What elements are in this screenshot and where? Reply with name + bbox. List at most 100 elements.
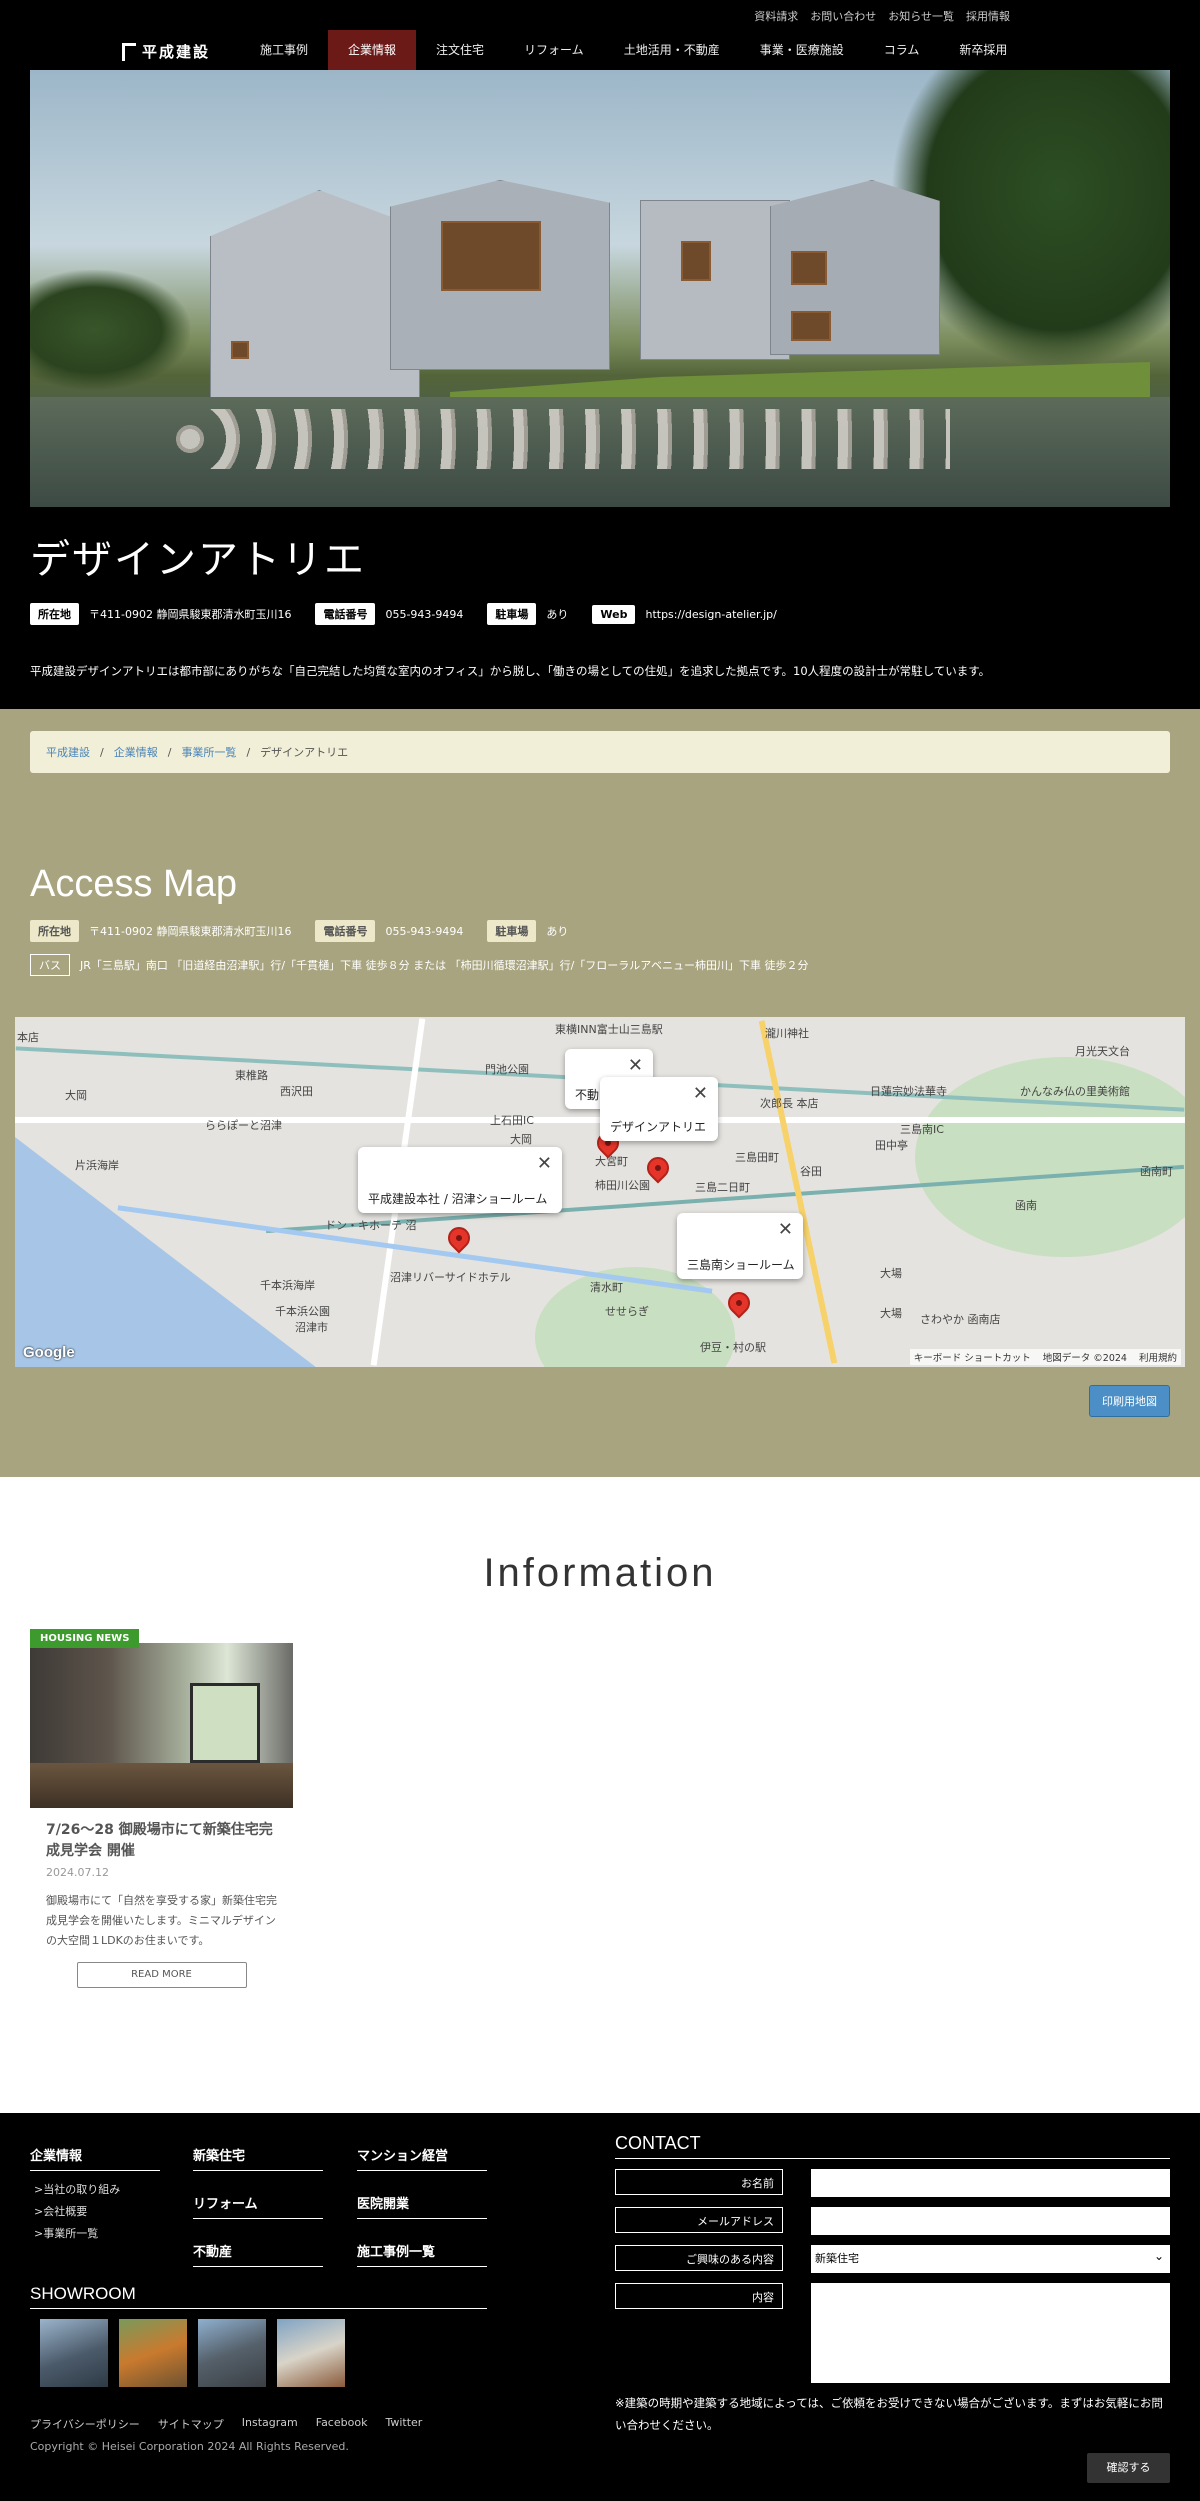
sitemap-link[interactable]: サイトマップ: [158, 2416, 224, 2432]
news-card-image[interactable]: [30, 1643, 293, 1808]
logo-mark-icon: [122, 42, 136, 61]
nav-company[interactable]: 企業情報: [328, 30, 417, 70]
breadcrumb-company[interactable]: 企業情報: [114, 744, 158, 760]
nav-reform[interactable]: リフォーム: [504, 30, 604, 70]
access-phone-value[interactable]: 055-943-9494: [385, 925, 463, 938]
nav-custom-home[interactable]: 注文住宅: [416, 30, 504, 70]
showroom-thumb[interactable]: [277, 2319, 345, 2387]
map-label: 谷田: [800, 1165, 822, 1178]
map-popup-text: デザインアトリエ: [610, 1120, 707, 1134]
access-address-label: 所在地: [30, 920, 79, 942]
map-label: 大場: [880, 1307, 902, 1320]
footer-link[interactable]: >会社概要: [34, 2203, 160, 2219]
logo[interactable]: 平成建設: [122, 41, 210, 62]
news-card-title[interactable]: 7/26〜28 御殿場市にて新築住宅完成見学会 開催: [46, 1820, 277, 1862]
nav-new-graduate[interactable]: 新卒採用: [939, 30, 1027, 70]
showroom-thumb[interactable]: [198, 2319, 266, 2387]
content-textarea[interactable]: [811, 2283, 1170, 2383]
map-label: 大岡: [65, 1089, 87, 1102]
print-map-button[interactable]: 印刷用地図: [1089, 1385, 1170, 1417]
interest-select[interactable]: 新築住宅 ⌄: [811, 2245, 1170, 2273]
map-keyboard-shortcuts[interactable]: キーボード ショートカット: [914, 1350, 1031, 1364]
footer-bottom-links: プライバシーポリシー サイトマップ Instagram Facebook Twi…: [30, 2416, 422, 2432]
information-section: Information HOUSING NEWS 7/26〜28 御殿場市にて新…: [0, 1477, 1200, 2113]
map-label: せせらぎ: [605, 1305, 649, 1318]
map-label: ららぽーと沼津: [205, 1119, 282, 1132]
map-label: 大岡: [510, 1133, 532, 1146]
facebook-link[interactable]: Facebook: [316, 2416, 368, 2432]
phone-value[interactable]: 055-943-9494: [385, 608, 463, 621]
map-label: 門池公園: [485, 1063, 529, 1076]
map-credits: キーボード ショートカット 地図データ ©2024 利用規約: [909, 1349, 1181, 1365]
map-label: さわやか 函南店: [920, 1313, 1001, 1326]
close-icon[interactable]: ✕: [778, 1219, 793, 1240]
map-label: 柿田川公園: [595, 1179, 650, 1192]
nav-land-realestate[interactable]: 土地活用・不動産: [604, 30, 740, 70]
footer-link-new-home[interactable]: 新築住宅: [193, 2145, 323, 2171]
map-label: 沼津リバーサイドホテル: [390, 1271, 511, 1284]
read-more-button[interactable]: READ MORE: [76, 1962, 247, 1989]
close-icon[interactable]: ✕: [628, 1055, 643, 1076]
access-heading: Access Map: [30, 863, 237, 905]
showroom-thumb[interactable]: [40, 2319, 108, 2387]
map-popup-text: 三島南ショールーム: [687, 1258, 795, 1272]
footer-link-clinic[interactable]: 医院開業: [357, 2193, 487, 2219]
privacy-link[interactable]: プライバシーポリシー: [30, 2416, 140, 2432]
link-catalog-request[interactable]: 資料請求: [754, 8, 798, 24]
map-label: 日蓮宗妙法華寺: [870, 1085, 947, 1098]
google-map[interactable]: 東横INN富士山三島駅 瀧川神社 月光天文台 本店 門池公園 東椎路 西沢田 大…: [15, 1017, 1185, 1367]
link-news-list[interactable]: お知らせ一覧: [888, 8, 954, 24]
copyright: Copyright © Heisei Corporation 2024 All …: [30, 2440, 349, 2453]
breadcrumb-home[interactable]: 平成建設: [46, 744, 90, 760]
footer-link-realestate[interactable]: 不動産: [193, 2241, 323, 2267]
access-parking-value: あり: [546, 925, 569, 938]
confirm-button[interactable]: 確認する: [1087, 2453, 1170, 2483]
footer-link[interactable]: >事業所一覧: [34, 2225, 160, 2241]
footer-column-2: 新築住宅 リフォーム 不動産: [193, 2145, 323, 2289]
news-card-text: 御殿場市にて「自然を享受する家」新築住宅完成見学会を開催いたします。ミニマルデザ…: [46, 1894, 277, 1947]
map-label: 千本浜海岸: [260, 1279, 315, 1292]
office-description: 平成建設デザインアトリエは都市部にありがちな「自己完結した均質な室内のオフィス」…: [30, 664, 991, 678]
footer-link-reform[interactable]: リフォーム: [193, 2193, 323, 2219]
footer-company-column: 企業情報 >当社の取り組み >会社概要 >事業所一覧: [30, 2145, 160, 2247]
map-label: 上石田IC: [490, 1114, 534, 1127]
footer-link-works[interactable]: 施工事例一覧: [357, 2241, 487, 2267]
map-pin[interactable]: [443, 1222, 475, 1254]
breadcrumb-offices[interactable]: 事業所一覧: [181, 744, 236, 760]
showroom-title: SHOWROOM: [30, 2284, 487, 2309]
footer-company-title[interactable]: 企業情報: [30, 2145, 160, 2171]
contact-title: CONTACT: [615, 2133, 1170, 2159]
footer-link-apartment[interactable]: マンション経営: [357, 2145, 487, 2171]
email-input[interactable]: [811, 2207, 1170, 2235]
map-popup-text: 不動: [575, 1088, 600, 1102]
breadcrumb-current: デザインアトリエ: [260, 746, 349, 759]
showroom-thumb[interactable]: [119, 2319, 187, 2387]
map-label: 月光天文台: [1075, 1045, 1130, 1058]
parking-value: あり: [546, 608, 569, 621]
google-logo: Google: [23, 1344, 75, 1361]
phone-label: 電話番号: [315, 603, 376, 625]
link-recruit[interactable]: 採用情報: [966, 8, 1010, 24]
showroom-section: SHOWROOM: [30, 2284, 487, 2387]
web-link[interactable]: https://design-atelier.jp/: [645, 608, 776, 621]
office-title-section: デザインアトリエ 所在地 〒411-0902 静岡県駿東郡清水町玉川16 電話番…: [0, 507, 1200, 709]
nav-business-medical[interactable]: 事業・医療施設: [740, 30, 864, 70]
link-contact[interactable]: お問い合わせ: [810, 8, 876, 24]
map-terms[interactable]: 利用規約: [1139, 1350, 1177, 1364]
nav-works[interactable]: 施工事例: [240, 30, 328, 70]
map-label: 函南町: [1140, 1165, 1173, 1178]
nav-column[interactable]: コラム: [864, 30, 940, 70]
map-label: 三島二日町: [695, 1181, 750, 1194]
footer: 企業情報 >当社の取り組み >会社概要 >事業所一覧 新築住宅 リフォーム 不動…: [0, 2113, 1200, 2501]
email-label: メールアドレス: [615, 2207, 783, 2233]
instagram-link[interactable]: Instagram: [242, 2416, 298, 2432]
close-icon[interactable]: ✕: [693, 1083, 708, 1104]
twitter-link[interactable]: Twitter: [385, 2416, 422, 2432]
footer-link[interactable]: >当社の取り組み: [34, 2181, 160, 2197]
map-label: 函南: [1015, 1199, 1037, 1212]
news-card[interactable]: HOUSING NEWS 7/26〜28 御殿場市にて新築住宅完成見学会 開催 …: [30, 1629, 293, 1989]
name-input[interactable]: [811, 2169, 1170, 2197]
close-icon[interactable]: ✕: [537, 1153, 552, 1174]
map-label: 三島南IC: [900, 1123, 944, 1136]
map-label: 大場: [880, 1267, 902, 1280]
